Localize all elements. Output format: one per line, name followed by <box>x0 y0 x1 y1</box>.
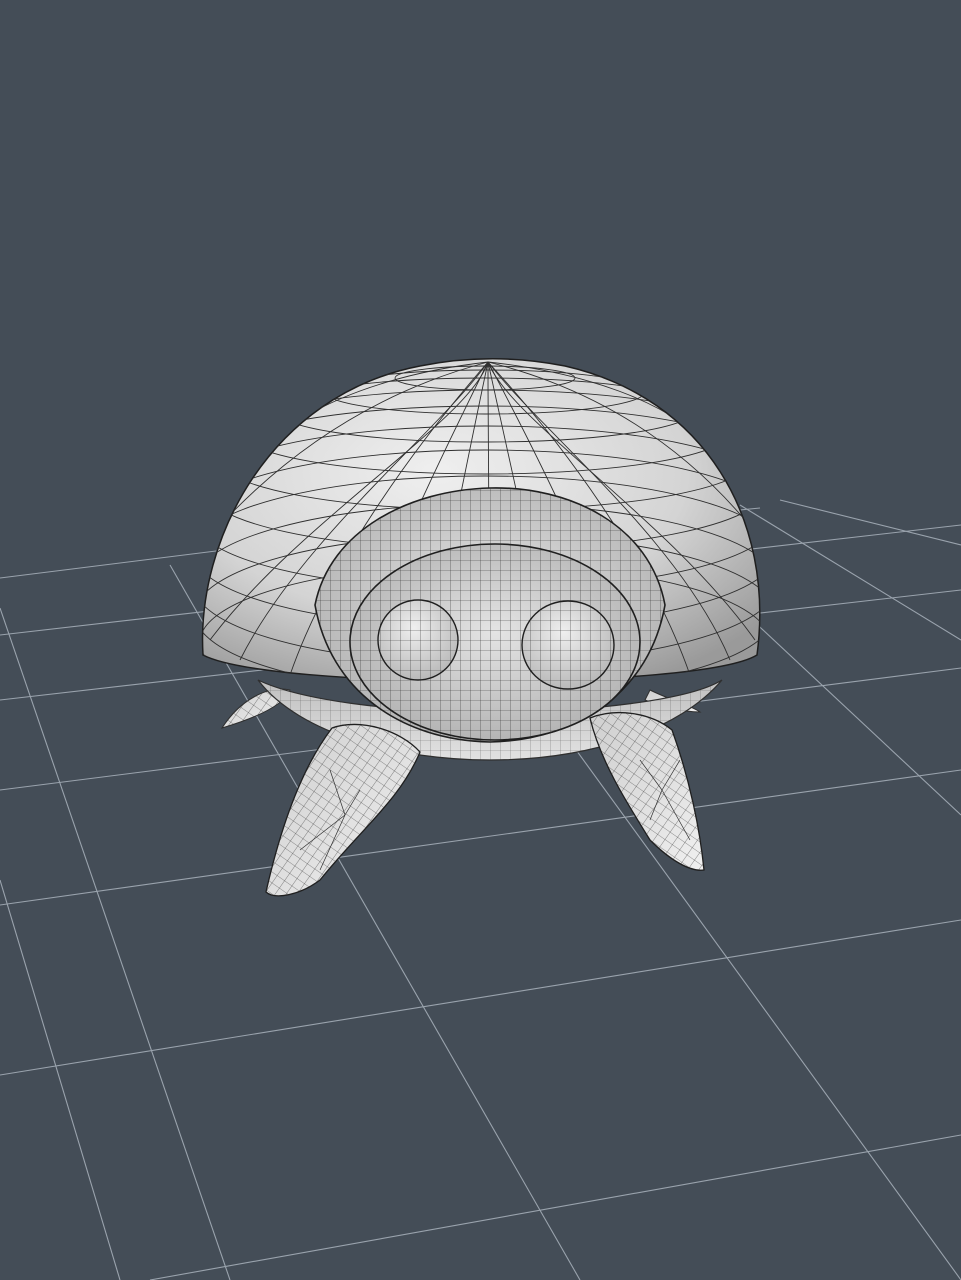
right-eye[interactable] <box>521 600 615 690</box>
left-eye[interactable] <box>377 599 459 681</box>
3d-viewport[interactable] <box>0 0 961 1280</box>
